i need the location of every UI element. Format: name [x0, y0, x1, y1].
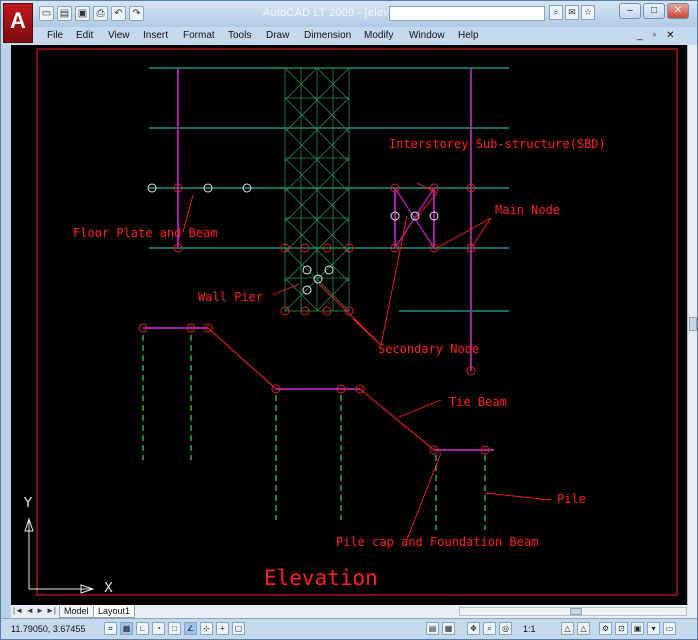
drawing-title: Elevation	[264, 566, 378, 590]
menu-window[interactable]: Window	[409, 30, 445, 41]
document-close-button[interactable]: ✕	[666, 30, 674, 41]
paper-space-icon[interactable]: ▤	[426, 622, 439, 635]
menu-tools[interactable]: Tools	[228, 30, 251, 41]
leader-tie-beam	[398, 399, 442, 418]
help-search-input[interactable]	[389, 6, 545, 21]
label-floor-plate: Floor Plate and Beam	[73, 226, 218, 240]
save-icon[interactable]: ▣	[75, 6, 90, 21]
last-tab-button[interactable]: ►|	[46, 606, 56, 615]
info-center-tools: ⌕ ✉ ☆	[549, 5, 595, 20]
cursor-coordinates: 11.79050, 3.67455	[11, 624, 86, 634]
leader-main-node	[470, 217, 492, 249]
paper-model-toggle[interactable]: ▢	[232, 622, 245, 635]
auto-scale-icon[interactable]: △	[577, 622, 590, 635]
menu-dimension[interactable]: Dimension	[304, 30, 351, 41]
drawing-canvas[interactable]: Interstorey Sub-structure(SBD) Main Node…	[11, 45, 687, 605]
first-tab-button[interactable]: |◄	[13, 606, 23, 615]
redo-icon[interactable]: ↷	[129, 6, 144, 21]
ucs-y-label: Y	[24, 496, 32, 511]
label-pile: Pile	[557, 492, 586, 506]
label-main-node: Main Node	[495, 203, 561, 217]
print-icon[interactable]: ⎙	[93, 6, 108, 21]
search-icon[interactable]: ⌕	[549, 5, 563, 20]
otrack-toggle[interactable]: ∠	[184, 622, 197, 635]
steering-wheel-icon[interactable]: ◎	[499, 622, 512, 635]
workspace-icon[interactable]: ⚙	[599, 622, 612, 635]
close-button[interactable]: ✕	[667, 3, 689, 19]
vertical-scroll-thumb[interactable]	[689, 317, 697, 331]
menu-format[interactable]: Format	[183, 30, 215, 41]
floor-lines	[149, 67, 509, 312]
prev-tab-button[interactable]: ◄	[26, 606, 34, 615]
open-icon[interactable]: ▤	[57, 6, 72, 21]
status-menu-icon[interactable]: ▾	[647, 622, 660, 635]
status-bar: 11.79050, 3.67455 ⌗ ▦ ∟ ◔ □ ∠ ⊹ + ▢ ▤ ▦ …	[1, 618, 697, 639]
zoom-icon[interactable]: ⌕	[483, 622, 496, 635]
leader-main-node	[434, 217, 492, 250]
document-controls: _ ▫ ✕	[637, 30, 675, 41]
menu-draw[interactable]: Draw	[266, 30, 289, 41]
lineweight-toggle[interactable]: +	[216, 622, 229, 635]
label-pile-cap: Pile cap and Foundation Beam	[336, 535, 539, 549]
next-tab-button[interactable]: ►	[36, 606, 44, 615]
label-tie-beam: Tie Beam	[449, 395, 507, 409]
title-bar: ▭ ▤ ▣ ⎙ ↶ ↷ AutoCAD LT 2009 - [elevation…	[1, 1, 697, 27]
main-nodes	[138, 183, 490, 455]
menu-file[interactable]: File	[47, 30, 63, 41]
label-secondary-node: Secondary Node	[378, 342, 480, 356]
leader-lines	[182, 182, 552, 543]
menu-edit[interactable]: Edit	[76, 30, 93, 41]
pan-icon[interactable]: ✥	[467, 622, 480, 635]
label-sbs: Interstorey Sub-structure(SBD)	[389, 137, 606, 151]
minimize-button[interactable]: –	[619, 3, 641, 19]
quick-access-toolbar: ▭ ▤ ▣ ⎙ ↶ ↷	[39, 6, 144, 23]
document-restore-button[interactable]: ▫	[653, 30, 657, 41]
snap-toggle[interactable]: ⌗	[104, 622, 117, 635]
leader-pile	[484, 492, 552, 501]
osnap-toggle[interactable]: □	[168, 622, 181, 635]
ucs-icon	[24, 517, 95, 594]
tab-model[interactable]: Model	[59, 605, 94, 618]
columns	[177, 68, 472, 371]
annotation-scale[interactable]: 1:1	[523, 624, 536, 634]
menu-insert[interactable]: Insert	[143, 30, 168, 41]
quick-view-icon[interactable]: ▦	[442, 622, 455, 635]
tab-layout1[interactable]: Layout1	[93, 605, 136, 618]
leader-wall-pier	[272, 283, 300, 296]
favorites-icon[interactable]: ☆	[581, 5, 595, 20]
horizontal-scroll-thumb[interactable]	[570, 608, 582, 615]
maximize-button[interactable]: □	[643, 3, 665, 19]
wall-pier-mesh	[284, 67, 350, 312]
new-icon[interactable]: ▭	[39, 6, 54, 21]
application-menu-button[interactable]: A	[3, 3, 33, 43]
polar-toggle[interactable]: ◔	[152, 622, 165, 635]
window-controls: – □ ✕	[619, 3, 689, 19]
undo-icon[interactable]: ↶	[111, 6, 126, 21]
ucs-x-label: X	[104, 581, 113, 596]
grid-toggle[interactable]: ▦	[120, 622, 133, 635]
layout-tab-row: |◄ ◄ ► ►| Model Layout1	[11, 605, 697, 618]
menu-help[interactable]: Help	[458, 30, 479, 41]
sbs-brace	[394, 187, 435, 249]
elevation-drawing	[24, 48, 678, 596]
label-wall-pier: Wall Pier	[198, 290, 264, 304]
annotation-visibility-icon[interactable]: △	[561, 622, 574, 635]
menu-modify[interactable]: Modify	[364, 30, 393, 41]
autocad-window: ▭ ▤ ▣ ⎙ ↶ ↷ AutoCAD LT 2009 - [elevation…	[0, 0, 698, 640]
menu-view[interactable]: View	[108, 30, 130, 41]
piles	[142, 335, 486, 530]
ortho-toggle[interactable]: ∟	[136, 622, 149, 635]
horizontal-scrollbar[interactable]	[459, 607, 687, 616]
clean-screen-icon[interactable]: ▭	[663, 622, 676, 635]
communication-icon[interactable]: ✉	[565, 5, 579, 20]
vertical-scrollbar[interactable]	[687, 45, 697, 605]
toolbar-lock-icon[interactable]: ▣	[631, 622, 644, 635]
document-minimize-button[interactable]: _	[637, 30, 643, 41]
lock-icon[interactable]: ⊡	[615, 622, 628, 635]
dyn-toggle[interactable]: ⊹	[200, 622, 213, 635]
menu-bar: File Edit View Insert Format Tools Draw …	[1, 27, 697, 45]
